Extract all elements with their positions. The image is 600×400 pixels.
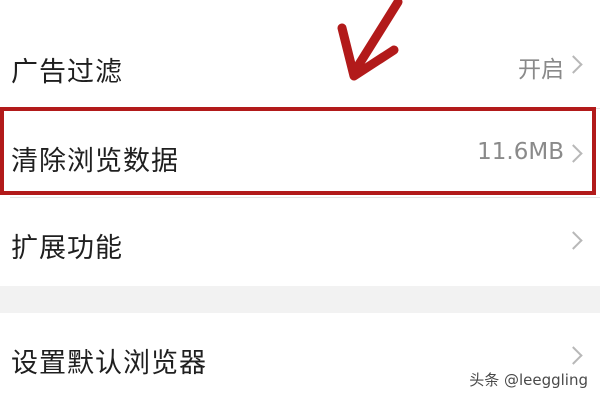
chevron-right-icon bbox=[564, 231, 583, 250]
chevron-right-icon bbox=[564, 144, 583, 163]
setting-label: 扩展功能 bbox=[11, 233, 123, 264]
setting-row-extensions[interactable]: 扩展功能 bbox=[0, 198, 600, 284]
chevron-right-icon bbox=[564, 55, 583, 74]
previous-row-remnant bbox=[0, 0, 600, 22]
browser-settings-screen: 广告过滤 开启 清除浏览数据 11.6MB 扩展功能 设置默认浏览器 头条 @l… bbox=[0, 0, 600, 400]
setting-row-clear-browsing-data[interactable]: 清除浏览数据 11.6MB bbox=[0, 109, 600, 197]
setting-label: 设置默认浏览器 bbox=[11, 348, 207, 379]
settings-group-primary: 广告过滤 开启 清除浏览数据 11.6MB 扩展功能 bbox=[0, 0, 600, 286]
watermark: 头条 @leeggling bbox=[469, 371, 588, 389]
setting-row-ad-filter[interactable]: 广告过滤 开启 bbox=[0, 22, 600, 108]
setting-value: 11.6MB bbox=[477, 139, 564, 165]
chevron-right-icon bbox=[564, 346, 583, 365]
setting-label: 广告过滤 bbox=[11, 57, 123, 88]
setting-label: 清除浏览数据 bbox=[11, 146, 179, 177]
setting-value: 开启 bbox=[518, 57, 564, 83]
